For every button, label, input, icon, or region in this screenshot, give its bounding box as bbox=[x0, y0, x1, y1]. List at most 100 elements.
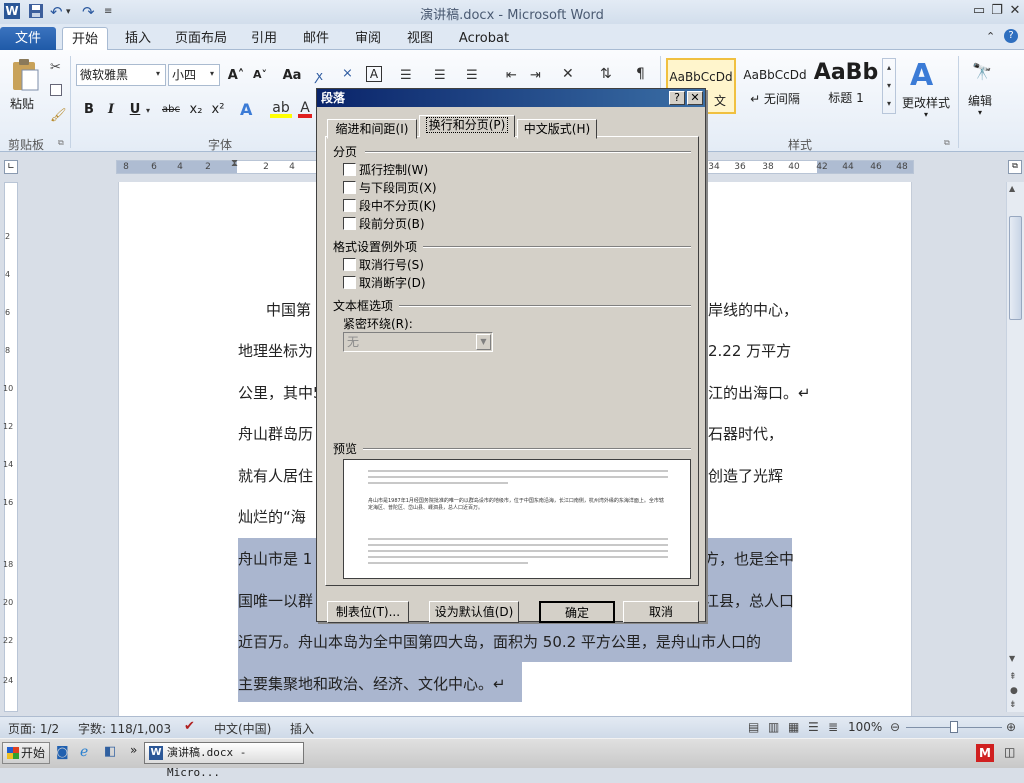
scroll-up-icon[interactable]: ▲ bbox=[1009, 184, 1015, 193]
suppress-line-numbers-label[interactable]: 取消行号(S) bbox=[359, 256, 424, 273]
doc-line[interactable]: 就有人居住 bbox=[238, 463, 313, 489]
multilevel-list-icon[interactable]: ☰ bbox=[466, 68, 478, 83]
selected-line[interactable]: 国唯一以群 bbox=[238, 588, 313, 614]
tray-app-icon[interactable]: M bbox=[976, 744, 994, 762]
bullets-icon[interactable]: ☰ bbox=[400, 68, 412, 83]
tab-mailings[interactable]: 邮件 bbox=[296, 27, 336, 50]
vertical-ruler[interactable] bbox=[4, 182, 18, 712]
insert-mode[interactable]: 插入 bbox=[290, 720, 314, 737]
keep-lines-together-checkbox[interactable] bbox=[343, 199, 356, 212]
tab-asian-typography[interactable]: 中文版式(H) bbox=[517, 119, 597, 139]
page-break-before-label[interactable]: 段前分页(B) bbox=[359, 215, 425, 232]
web-layout-icon[interactable]: ▦ bbox=[788, 720, 799, 734]
highlight-icon[interactable]: ab bbox=[270, 100, 292, 118]
close-window-icon[interactable]: ✕ bbox=[1006, 2, 1024, 20]
minimize-icon[interactable]: ▭ bbox=[970, 2, 988, 20]
selected-line[interactable]: 近百万。舟山本岛为全中国第四大岛，面积为 50.2 平方公里，是舟山市人口的 bbox=[238, 629, 761, 655]
superscript-button[interactable]: x² bbox=[208, 102, 228, 117]
zoom-level[interactable]: 100% bbox=[848, 720, 882, 734]
italic-button[interactable]: I bbox=[102, 102, 120, 117]
cancel-button[interactable]: 取消 bbox=[623, 601, 699, 623]
show-marks-icon[interactable]: ¶ bbox=[636, 66, 645, 82]
scroll-thumb[interactable] bbox=[1009, 216, 1022, 320]
paste-button[interactable]: 粘贴 bbox=[10, 95, 34, 112]
reading-view-icon[interactable]: ▥ bbox=[768, 720, 779, 734]
sort-icon[interactable]: ⇅ bbox=[600, 66, 612, 82]
tabs-button[interactable]: 制表位(T)... bbox=[327, 601, 409, 623]
selected-line-right[interactable]: 江县，总人口 bbox=[704, 588, 794, 614]
dialog-help-button[interactable]: ? bbox=[669, 91, 685, 105]
keep-lines-together-label[interactable]: 段中不分页(K) bbox=[359, 197, 436, 214]
phonetic-guide-icon[interactable]: ꭗ bbox=[316, 66, 323, 84]
grow-font-button[interactable]: A˄ bbox=[224, 68, 248, 83]
change-styles-icon[interactable]: A bbox=[910, 58, 933, 93]
style-no-spacing[interactable]: AaBbCcDd ↵ 无间隔 bbox=[740, 58, 810, 114]
language-status[interactable]: 中文(中国) bbox=[214, 720, 271, 737]
doc-line-right[interactable]: 2.22 万平方 bbox=[708, 338, 791, 364]
font-size-dropdown-icon[interactable]: ▾ bbox=[210, 69, 214, 78]
outline-view-icon[interactable]: ☰ bbox=[808, 720, 819, 734]
tab-selector-icon[interactable]: ∟ bbox=[4, 160, 18, 174]
underline-dropdown-icon[interactable]: ▾ bbox=[146, 106, 150, 115]
styles-scroll-icon[interactable]: ▴ ▾ ▾ bbox=[882, 58, 896, 114]
tab-home[interactable]: 开始 bbox=[62, 27, 108, 50]
doc-line[interactable]: 地理坐标为 bbox=[238, 338, 313, 364]
shrink-font-button[interactable]: A˅ bbox=[248, 68, 272, 81]
tab-review[interactable]: 审阅 bbox=[348, 27, 388, 50]
widow-control-checkbox[interactable] bbox=[343, 163, 356, 176]
copy-icon[interactable] bbox=[50, 84, 62, 96]
more-tray-icon[interactable]: » bbox=[130, 743, 137, 757]
change-case-button[interactable]: Aa bbox=[278, 68, 306, 83]
change-styles-button[interactable]: 更改样式 bbox=[902, 94, 950, 111]
page-break-before-checkbox[interactable] bbox=[343, 217, 356, 230]
subscript-button[interactable]: x₂ bbox=[186, 102, 206, 117]
restore-icon[interactable]: ❐ bbox=[988, 2, 1006, 20]
proofing-icon[interactable]: ✔ bbox=[184, 719, 195, 734]
style-heading-1[interactable]: AaBb 标题 1 bbox=[812, 58, 880, 114]
char-border-icon[interactable]: A bbox=[366, 66, 382, 82]
styles-launcher-icon[interactable]: ⧉ bbox=[944, 138, 950, 148]
doc-line-right[interactable]: 石器时代， bbox=[708, 421, 783, 447]
show-desktop-icon[interactable]: ◙ bbox=[56, 745, 69, 760]
keep-with-next-label[interactable]: 与下段同页(X) bbox=[359, 179, 437, 196]
suppress-line-numbers-checkbox[interactable] bbox=[343, 258, 356, 271]
ie-icon[interactable]: ℯ bbox=[80, 744, 88, 760]
word-count[interactable]: 字数: 118/1,003 bbox=[78, 720, 171, 737]
font-color-icon[interactable]: A bbox=[298, 100, 312, 118]
vertical-scrollbar[interactable]: ▲ ▼ ⇞ ● ⇟ bbox=[1006, 182, 1024, 712]
format-painter-icon[interactable]: 🖌 bbox=[50, 108, 67, 123]
clear-format-icon[interactable]: ⨯ bbox=[342, 66, 353, 81]
start-button[interactable]: 开始 bbox=[2, 742, 50, 764]
tab-page-layout[interactable]: 页面布局 bbox=[168, 27, 234, 50]
media-icon[interactable]: ◧ bbox=[104, 744, 116, 759]
doc-line[interactable]: 舟山群岛历 bbox=[238, 421, 313, 447]
taskbar-word-item[interactable]: W 演讲稿.docx - Micro... bbox=[144, 742, 304, 779]
font-name-combo[interactable]: 微软雅黑 bbox=[76, 64, 166, 86]
asian-layout-icon[interactable]: ✕ bbox=[562, 66, 574, 82]
tight-wrap-select[interactable]: 无 ▼ bbox=[343, 332, 493, 352]
tight-wrap-dropdown-icon[interactable]: ▼ bbox=[476, 334, 491, 350]
text-effects-icon[interactable]: A bbox=[240, 100, 252, 119]
editing-button[interactable]: 编辑 bbox=[968, 92, 992, 109]
strikethrough-button[interactable]: abc bbox=[158, 104, 184, 115]
selected-line[interactable]: 主要集聚地和政治、经济、文化中心。↵ bbox=[238, 671, 506, 697]
clipboard-launcher-icon[interactable]: ⧉ bbox=[58, 138, 64, 148]
dialog-close-button[interactable]: ✕ bbox=[687, 91, 703, 105]
find-icon[interactable]: 🔭 bbox=[972, 62, 992, 81]
collapse-ribbon-icon[interactable]: ⌃ bbox=[986, 30, 995, 43]
page-count[interactable]: 页面: 1/2 bbox=[8, 720, 59, 737]
tab-references[interactable]: 引用 bbox=[244, 27, 284, 50]
zoom-out-icon[interactable]: ⊖ bbox=[890, 720, 900, 734]
decrease-indent-icon[interactable]: ⇤ bbox=[506, 68, 517, 83]
scroll-down-icon[interactable]: ▼ bbox=[1009, 654, 1015, 663]
numbering-icon[interactable]: ☰ bbox=[434, 68, 446, 83]
tab-view[interactable]: 视图 bbox=[400, 27, 440, 50]
paste-icon[interactable] bbox=[10, 58, 40, 92]
cut-icon[interactable]: ✂ bbox=[50, 60, 61, 75]
doc-line-right[interactable]: 江的出海口。↵ bbox=[708, 380, 811, 406]
doc-line[interactable]: 中国第 bbox=[266, 297, 311, 323]
prev-page-icon[interactable]: ⇞ bbox=[1009, 672, 1017, 682]
increase-indent-icon[interactable]: ⇥ bbox=[530, 68, 541, 83]
keep-with-next-checkbox[interactable] bbox=[343, 181, 356, 194]
tab-insert[interactable]: 插入 bbox=[116, 27, 160, 50]
